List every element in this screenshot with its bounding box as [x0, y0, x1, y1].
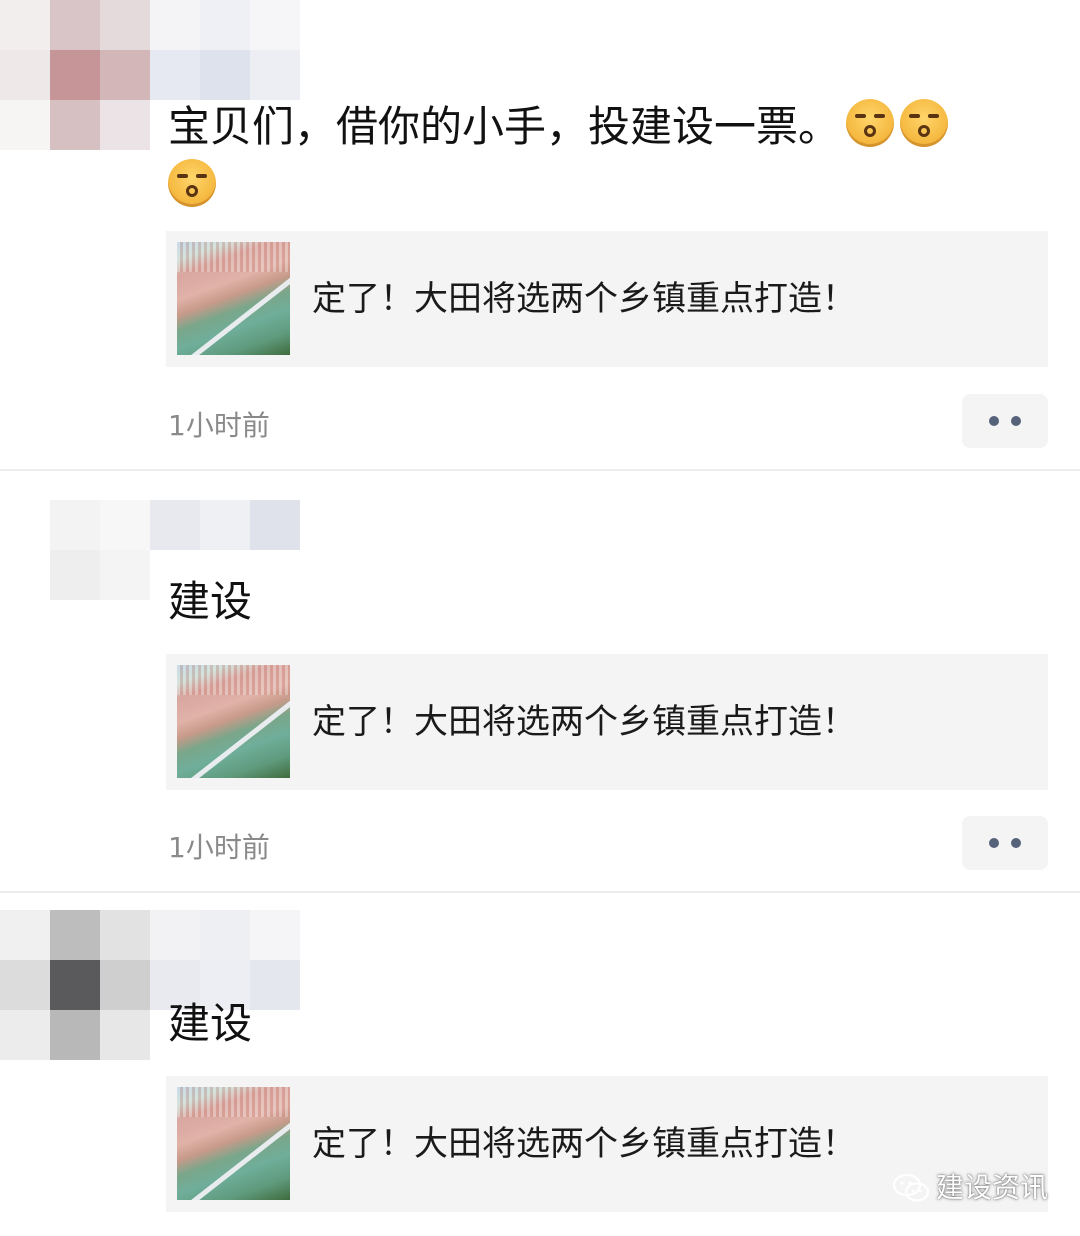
avatar[interactable] [50, 500, 150, 600]
post-text: 建设 [168, 999, 253, 1048]
post-time: 1小时前 [168, 831, 270, 864]
post-time: 1小时前 [168, 409, 270, 442]
shared-article-card[interactable]: 定了！大田将选两个乡镇重点打造！ [166, 654, 1048, 790]
shared-article-card[interactable]: 定了！大田将选两个乡镇重点打造！ [166, 231, 1048, 367]
moment-post: 建设 定了！大田将选两个乡镇重点打造！ 1小时前 [0, 471, 1080, 891]
more-dots-icon [989, 838, 999, 848]
article-thumbnail [177, 1087, 290, 1200]
more-actions-button[interactable] [962, 394, 1048, 448]
post-text: 建设 [168, 577, 253, 626]
user-name[interactable] [150, 500, 300, 550]
article-thumbnail [177, 665, 290, 778]
moment-post: 宝贝们，借你的小手，投建设一票。 定了！大田将选两个乡镇重点打造！ 1小时前 [0, 0, 1080, 470]
wechat-icon [892, 1173, 930, 1202]
kiss-face-icon [168, 159, 216, 207]
article-title: 定了！大田将选两个乡镇重点打造！ [312, 279, 856, 319]
post-text: 宝贝们，借你的小手，投建设一票。 [168, 97, 1028, 217]
watermark: 建设资讯 [892, 1166, 1048, 1210]
article-title: 定了！大田将选两个乡镇重点打造！ [312, 1124, 856, 1164]
watermark-label: 建设资讯 [936, 1171, 1049, 1204]
user-name[interactable] [150, 0, 300, 100]
avatar[interactable] [0, 910, 150, 1060]
avatar[interactable] [0, 0, 150, 150]
kiss-face-icon [846, 99, 895, 147]
article-title: 定了！大田将选两个乡镇重点打造！ [312, 702, 856, 742]
post-text-content: 宝贝们，借你的小手，投建设一票。 [168, 102, 841, 151]
article-thumbnail [177, 242, 290, 355]
kiss-face-icon [900, 99, 949, 147]
more-actions-button[interactable] [962, 816, 1048, 870]
more-dots-icon [989, 416, 999, 426]
